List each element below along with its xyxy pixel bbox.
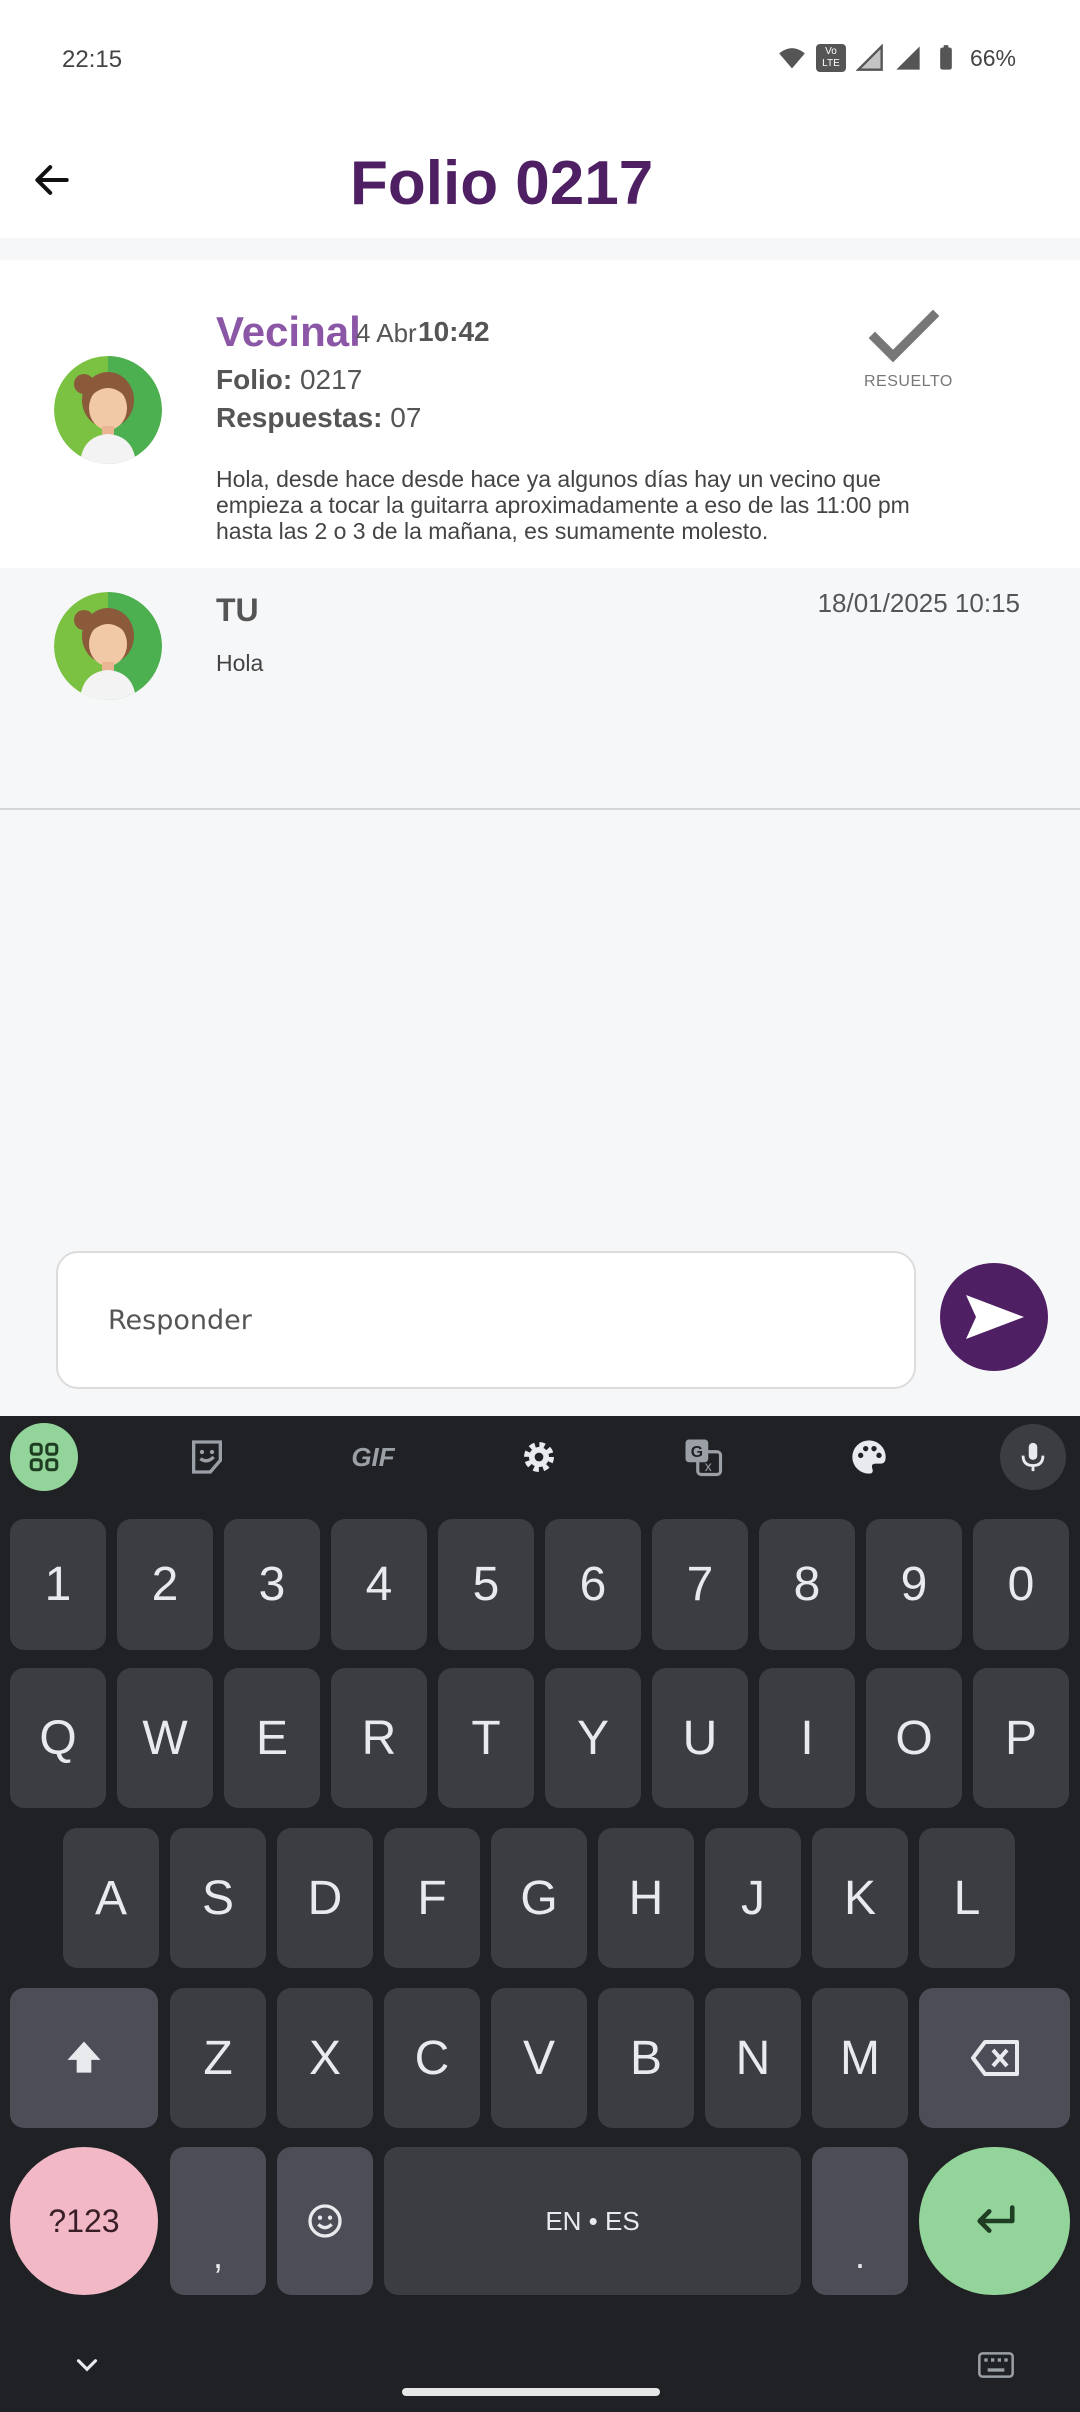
folio-label: Folio:	[216, 364, 293, 395]
send-icon	[966, 1295, 1024, 1339]
key-6[interactable]: 6	[545, 1519, 641, 1650]
backspace-key[interactable]	[919, 1988, 1070, 2128]
reply-item: TU 18/01/2025 10:15 Hola	[0, 568, 1080, 810]
key-c[interactable]: C	[384, 1988, 480, 2128]
battery-percent: 66%	[969, 44, 1016, 71]
key-y[interactable]: Y	[545, 1668, 641, 1808]
key-w[interactable]: W	[117, 1668, 213, 1808]
key-j[interactable]: J	[705, 1828, 801, 1968]
send-button[interactable]	[940, 1263, 1048, 1371]
key-o[interactable]: O	[866, 1668, 962, 1808]
enter-icon	[976, 2205, 1015, 2233]
palette-icon[interactable]	[838, 1426, 900, 1488]
backspace-icon	[970, 2040, 1019, 2076]
mic-icon[interactable]	[1000, 1424, 1066, 1490]
status-time: 22:15	[62, 46, 123, 73]
responses-value: 07	[390, 402, 422, 433]
status-bar: 22:15 Vo LTE 66%	[0, 0, 1080, 120]
key-r[interactable]: R	[331, 1668, 427, 1808]
apps-grid-icon[interactable]	[10, 1423, 78, 1491]
key-v[interactable]: V	[491, 1988, 587, 2128]
svg-text:x: x	[705, 1458, 712, 1474]
reply-author: TU	[216, 592, 259, 628]
key-f[interactable]: F	[384, 1828, 480, 1968]
key-k[interactable]: K	[812, 1828, 908, 1968]
folio-line: Folio: 0217	[216, 364, 362, 396]
checkmark-icon	[868, 309, 940, 363]
shift-key[interactable]	[10, 1988, 158, 2128]
page-title: Folio 0217	[350, 149, 654, 218]
key-7[interactable]: 7	[652, 1519, 748, 1650]
responses-line: Respuestas: 07	[216, 402, 421, 434]
status-icons: Vo LTE 66%	[778, 44, 1016, 72]
key-l[interactable]: L	[919, 1828, 1015, 1968]
key-z[interactable]: Z	[170, 1988, 266, 2128]
enter-key[interactable]	[919, 2147, 1070, 2295]
key-e[interactable]: E	[224, 1668, 320, 1808]
post-time: 10:42	[418, 316, 490, 347]
reply-datetime: 18/01/2025 10:15	[817, 588, 1020, 618]
key-q[interactable]: Q	[10, 1668, 106, 1808]
key-3[interactable]: 3	[224, 1519, 320, 1650]
period-key[interactable]: .	[812, 2147, 908, 2295]
key-1[interactable]: 1	[10, 1519, 106, 1650]
responses-label: Respuestas:	[216, 402, 383, 433]
symbols-key[interactable]: ?123	[10, 2147, 158, 2295]
gif-icon[interactable]: GIF	[342, 1426, 404, 1488]
battery-icon	[940, 45, 952, 70]
avatar	[54, 356, 162, 464]
post-author: Vecinal	[216, 308, 361, 355]
comma-key[interactable]: ,	[170, 2147, 266, 2295]
key-4[interactable]: 4	[331, 1519, 427, 1650]
signal-icon	[855, 44, 883, 71]
app-bar: Folio 0217	[0, 120, 1080, 238]
hide-keyboard-icon[interactable]	[70, 2348, 104, 2382]
post-date: 4 Abr	[356, 318, 417, 348]
signal-icon-2	[896, 46, 920, 70]
reply-avatar	[54, 592, 162, 700]
key-9[interactable]: 9	[866, 1519, 962, 1650]
key-i[interactable]: I	[759, 1668, 855, 1808]
emoji-icon	[308, 2204, 342, 2238]
key-8[interactable]: 8	[759, 1519, 855, 1650]
resolved-label: RESUELTO	[864, 373, 953, 390]
woman-avatar-icon	[54, 592, 162, 700]
space-key[interactable]: EN • ES	[384, 2147, 801, 2295]
keyboard-switch-icon[interactable]	[976, 2350, 1016, 2380]
key-2[interactable]: 2	[117, 1519, 213, 1650]
post-body: Hola, desde hace desde hace ya algunos d…	[216, 466, 910, 544]
space-key-label: EN • ES	[545, 2205, 640, 2236]
volte-icon: Vo LTE	[815, 44, 846, 72]
emoji-key[interactable]	[277, 2147, 373, 2295]
key-s[interactable]: S	[170, 1828, 266, 1968]
key-x[interactable]: X	[277, 1988, 373, 2128]
key-g[interactable]: G	[491, 1828, 587, 1968]
key-0[interactable]: 0	[973, 1519, 1069, 1650]
folio-value: 0217	[299, 364, 363, 395]
resolved-status: RESUELTO	[864, 309, 953, 391]
wifi-icon	[779, 48, 805, 69]
post-card: Vecinal 4 Abr 10:42 Folio: 0217 Respuest…	[0, 260, 1080, 568]
reply-input[interactable]	[56, 1251, 916, 1389]
translate-icon[interactable]: Gx	[672, 1426, 734, 1488]
key-b[interactable]: B	[598, 1988, 694, 2128]
shift-icon	[67, 2041, 101, 2073]
woman-avatar-icon	[54, 356, 162, 464]
reply-text: Hola	[216, 650, 264, 676]
key-t[interactable]: T	[438, 1668, 534, 1808]
key-h[interactable]: H	[598, 1828, 694, 1968]
key-p[interactable]: P	[973, 1668, 1069, 1808]
svg-text:G: G	[691, 1444, 703, 1461]
sticker-icon[interactable]	[176, 1426, 238, 1488]
key-u[interactable]: U	[652, 1668, 748, 1808]
gesture-nav-handle[interactable]	[402, 2388, 660, 2396]
key-n[interactable]: N	[705, 1988, 801, 2128]
settings-icon[interactable]	[508, 1426, 570, 1488]
arrow-left-icon[interactable]	[30, 158, 74, 202]
key-5[interactable]: 5	[438, 1519, 534, 1650]
key-d[interactable]: D	[277, 1828, 373, 1968]
key-m[interactable]: M	[812, 1988, 908, 2128]
key-a[interactable]: A	[63, 1828, 159, 1968]
